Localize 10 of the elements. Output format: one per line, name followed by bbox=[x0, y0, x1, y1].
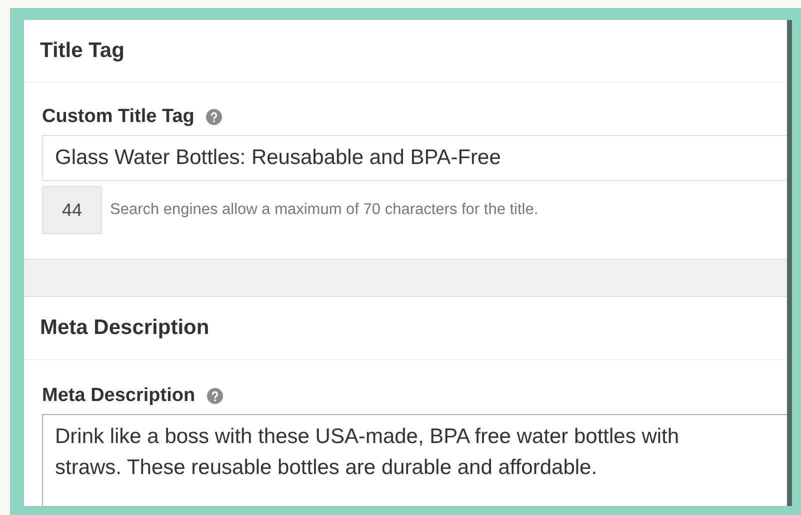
help-icon[interactable] bbox=[206, 109, 222, 125]
field-label: Meta Description bbox=[42, 384, 196, 408]
field-label: Custom Title Tag bbox=[42, 104, 194, 129]
help-icon[interactable] bbox=[207, 388, 224, 404]
section-heading: Title Tag bbox=[40, 38, 124, 64]
title-field[interactable]: Glass Water Bottles: Reusabable and BPA-Free bbox=[42, 135, 787, 181]
section-heading: Meta Description bbox=[40, 315, 210, 342]
hint-text: Search engines allow a maximum of 70 characters for the title. bbox=[110, 200, 538, 220]
character-count: 44 bbox=[42, 186, 102, 234]
description-field[interactable]: Drink like a boss with these USA-made, BPA free water bottles with straws. These reusable bottles are durable and affordable. bbox=[42, 414, 787, 506]
